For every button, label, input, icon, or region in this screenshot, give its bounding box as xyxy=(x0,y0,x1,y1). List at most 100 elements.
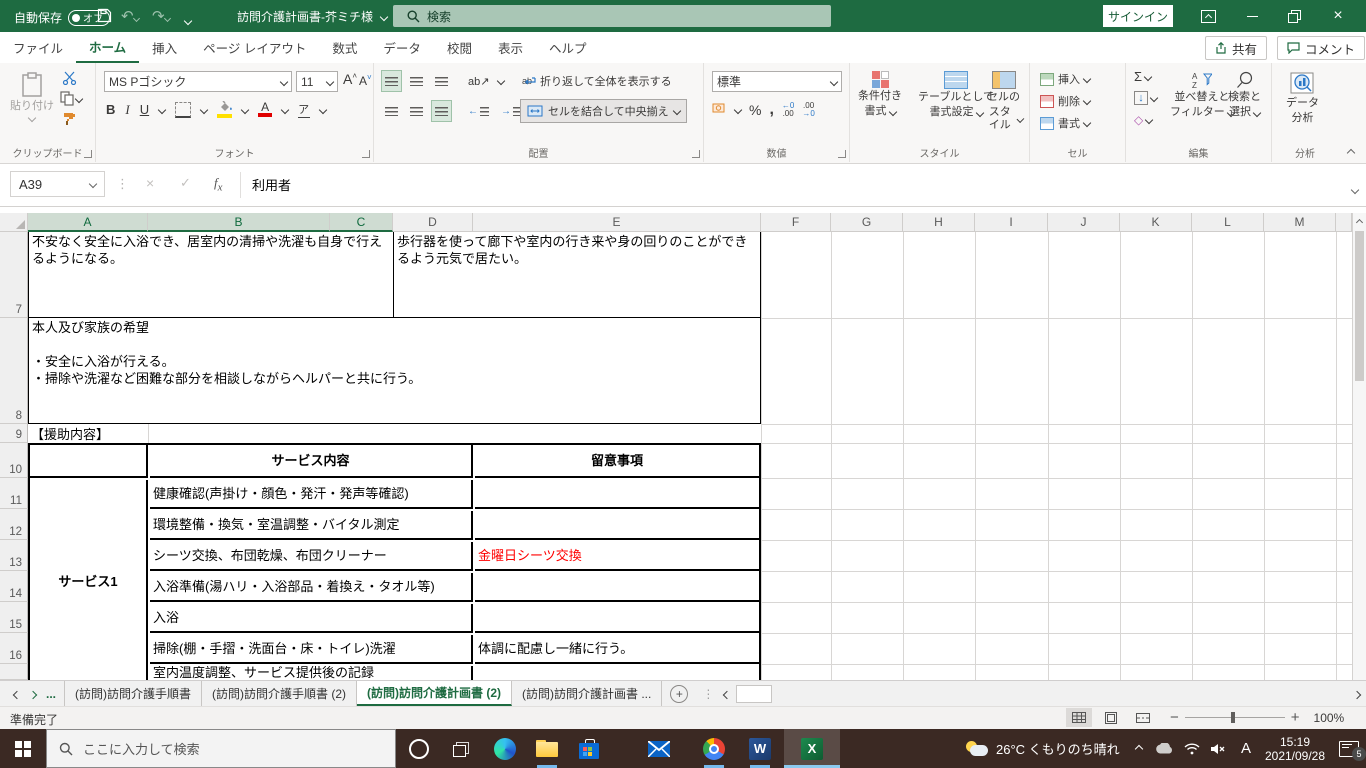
find-select-button[interactable]: 検索と 選択 xyxy=(1222,67,1267,119)
wifi-icon[interactable] xyxy=(1178,729,1206,768)
clear-button[interactable]: ◇ xyxy=(1134,113,1152,127)
tab-formulas[interactable]: 数式 xyxy=(319,33,370,63)
tab-home[interactable]: ホーム xyxy=(76,31,139,64)
excel-button-active[interactable]: X xyxy=(784,729,840,768)
cell-header-service[interactable]: サービス内容 xyxy=(150,445,473,478)
zoom-slider-thumb[interactable] xyxy=(1231,712,1235,723)
restore-button[interactable] xyxy=(1274,0,1314,32)
row-header-14[interactable]: 14 xyxy=(0,571,28,602)
align-right-button[interactable] xyxy=(432,101,451,121)
cell-table-corner[interactable] xyxy=(30,445,148,478)
chrome-button[interactable] xyxy=(692,729,736,768)
tab-insert[interactable]: 挿入 xyxy=(139,33,190,63)
row-header-15[interactable]: 15 xyxy=(0,602,28,633)
save-button[interactable] xyxy=(97,8,112,26)
column-header-E[interactable]: E xyxy=(473,213,761,232)
cell-note-4[interactable] xyxy=(475,573,759,602)
alignment-dialog-launcher[interactable] xyxy=(692,150,700,158)
onedrive-icon[interactable] xyxy=(1150,729,1178,768)
column-header-L[interactable]: L xyxy=(1192,213,1264,232)
wrap-text-button[interactable]: ab 折り返して全体を表示する xyxy=(522,73,672,89)
fill-button[interactable]: ↓ xyxy=(1134,91,1157,105)
row-header-10[interactable]: 10 xyxy=(0,443,28,478)
sheet-more-indicator[interactable]: ... xyxy=(46,687,56,701)
hscroll-right-button[interactable] xyxy=(1354,687,1360,701)
sheet-next-button[interactable] xyxy=(30,687,36,701)
tabbar-splitter[interactable]: ⋮ xyxy=(702,687,714,701)
decrease-decimal-button[interactable]: .00→0 xyxy=(802,102,814,118)
expand-formula-bar-button[interactable] xyxy=(1352,180,1358,198)
cell-service-group[interactable]: サービス1 xyxy=(30,480,148,680)
word-button[interactable]: W xyxy=(738,729,782,768)
tab-help[interactable]: ヘルプ xyxy=(536,33,600,63)
cell-goal-left[interactable]: 不安なく安全に入浴でき、居室内の清掃や洗濯も自身で行えるようになる。 xyxy=(28,232,394,318)
vertical-scroll-thumb[interactable] xyxy=(1355,231,1364,381)
start-button[interactable] xyxy=(0,729,46,768)
decrease-indent-button[interactable]: ← xyxy=(465,101,492,121)
weather-text[interactable]: 26°C くもりのち晴れ xyxy=(996,729,1126,768)
column-header-D[interactable]: D xyxy=(393,213,473,232)
column-header-C[interactable]: C xyxy=(330,213,393,232)
document-title[interactable]: 訪問介護計画書-芥ミチ様 xyxy=(237,8,387,25)
cell-goal-right[interactable]: 歩行器を使って廊下や室内の行き来や身の回りのことができるよう元気で居たい。 xyxy=(394,232,761,318)
zoom-in-button[interactable]: + xyxy=(1291,709,1300,726)
format-cells-button[interactable]: 書式 xyxy=(1040,115,1090,131)
row-header-12[interactable]: 12 xyxy=(0,509,28,540)
cell-note-3[interactable]: 金曜日シーツ交換 xyxy=(475,542,759,571)
phonetic-guide-button[interactable]: ア xyxy=(298,101,310,118)
accounting-format-chevron[interactable] xyxy=(734,106,742,114)
clipboard-dialog-launcher[interactable] xyxy=(84,150,92,158)
cut-button[interactable] xyxy=(62,71,77,88)
orientation-button[interactable]: ab↗ xyxy=(465,71,492,91)
align-center-button[interactable] xyxy=(407,101,426,121)
format-painter-button[interactable] xyxy=(62,111,77,129)
merge-center-button[interactable]: セルを結合して中央揃え xyxy=(520,99,687,123)
undo-button[interactable]: ↶ xyxy=(121,7,139,25)
column-header-A[interactable]: A xyxy=(28,213,148,232)
column-header-B[interactable]: B xyxy=(148,213,330,232)
cell-service-4[interactable]: 入浴準備(湯ハリ・入浴部品・着換え・タオル等) xyxy=(150,573,473,602)
row-header-13[interactable]: 13 xyxy=(0,540,28,571)
zoom-level[interactable]: 100% xyxy=(1314,711,1345,725)
cell-service-6[interactable]: 掃除(棚・手摺・洗面台・床・トイレ)洗濯 xyxy=(150,635,473,664)
new-sheet-button[interactable]: + xyxy=(670,685,688,703)
tab-data[interactable]: データ xyxy=(370,33,434,63)
view-normal-button[interactable] xyxy=(1066,708,1092,727)
analyze-data-button[interactable]: データ 分析 xyxy=(1280,67,1325,125)
fill-color-button[interactable] xyxy=(217,101,232,118)
align-bottom-button[interactable] xyxy=(432,71,451,91)
hscroll-left-button[interactable] xyxy=(724,687,730,701)
accounting-format-button[interactable] xyxy=(712,102,727,118)
align-left-button[interactable] xyxy=(382,101,401,121)
cell-section-title[interactable]: 【援助内容】 xyxy=(28,424,228,443)
quick-access-customize-button[interactable] xyxy=(185,13,191,27)
orientation-chevron[interactable] xyxy=(497,77,505,85)
tab-page-layout[interactable]: ページ レイアウト xyxy=(190,33,319,63)
cortana-button[interactable] xyxy=(398,729,440,768)
zoom-out-button[interactable]: − xyxy=(1170,709,1179,726)
conditional-formatting-button[interactable]: 条件付き 書式 xyxy=(852,67,908,118)
increase-font-button[interactable]: A˄ xyxy=(343,71,357,87)
sheet-tab-1[interactable]: (訪問)訪問介護手順書 xyxy=(65,681,202,706)
ime-mode-indicator[interactable]: A xyxy=(1232,729,1260,768)
view-page-layout-button[interactable] xyxy=(1098,708,1124,727)
row-header-7[interactable]: 7 xyxy=(0,232,28,318)
comma-style-button[interactable]: , xyxy=(769,101,773,119)
taskbar-search-box[interactable]: ここに入力して検索 xyxy=(46,729,396,768)
percent-style-button[interactable]: % xyxy=(749,102,761,118)
horizontal-scrollbar[interactable] xyxy=(734,685,1348,703)
phonetic-guide-chevron[interactable] xyxy=(319,105,327,113)
autosave-toggle[interactable]: 自動保存 オフ xyxy=(14,9,110,26)
bold-button[interactable]: B xyxy=(106,102,115,117)
cell-service-1[interactable]: 健康確認(声掛け・顔色・発汗・発声等確認) xyxy=(150,480,473,509)
underline-options-chevron[interactable] xyxy=(158,105,166,113)
underline-button[interactable]: U xyxy=(140,102,149,117)
scroll-up-button[interactable] xyxy=(1353,213,1366,229)
column-header-I[interactable]: I xyxy=(975,213,1048,232)
cell-service-7[interactable]: 室内温度調整、サービス提供後の記録 xyxy=(150,666,473,680)
notification-center-button[interactable]: 5 xyxy=(1332,729,1366,768)
cell-styles-button[interactable]: セルの スタイル xyxy=(978,67,1029,132)
horizontal-scroll-thumb[interactable] xyxy=(736,685,772,703)
zoom-slider[interactable] xyxy=(1185,717,1285,718)
collapse-ribbon-button[interactable] xyxy=(1348,147,1354,159)
